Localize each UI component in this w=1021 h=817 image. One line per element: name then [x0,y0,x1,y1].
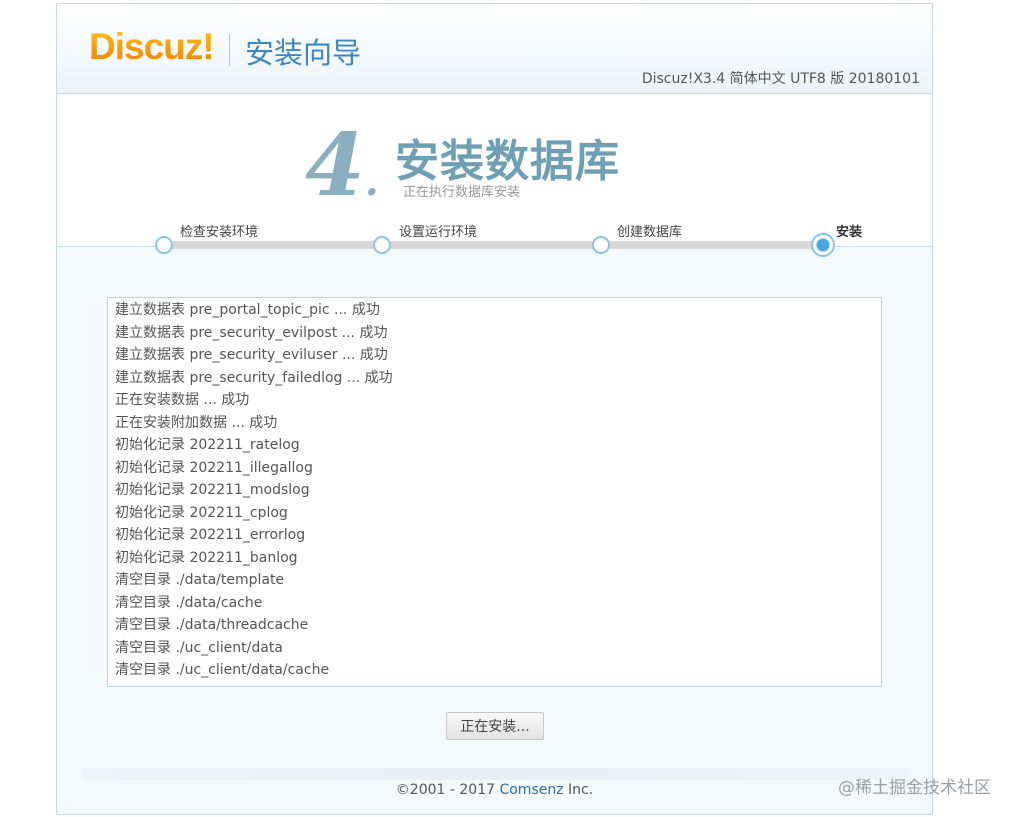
log-line: 建立数据表 pre_portal_topic_pic ... 成功 [115,302,380,318]
step-node-create-db [592,236,610,254]
step-node-check-env [155,236,173,254]
log-line: 建立数据表 pre_security_eviluser ... 成功 [115,347,388,363]
wizard-title: 安装向导 [245,36,362,70]
log-line: 清空目录 ./data/threadcache [115,617,309,633]
step-label-install: 安装 [836,225,863,240]
step-label-create-db: 创建数据库 [617,225,683,240]
juejin-watermark: @稀土掘金技术社区 [838,778,991,798]
log-line: 清空目录 ./uc_client/data [115,639,283,656]
copyright-prefix: ©2001 - 2017 [395,782,500,798]
step-label-check-env: 检查安装环境 [180,225,259,240]
step-header: 4. 安装数据库 正在执行数据库安装 检查安装环境 设置运行环境 创建数据库 安… [57,95,932,257]
progress-track [165,241,823,249]
step-title: 安装数据库 [395,136,620,187]
log-line: 初始化记录 202211_banlog [115,549,298,566]
log-line: 正在安装附加数据 ... 成功 [115,414,278,431]
log-line: 建立数据表 pre_security_evilpost ... 成功 [115,324,388,341]
step-number: 4. [305,115,379,216]
step-node-install [811,233,835,257]
discuz-logo: Discuz! [89,26,215,67]
footer-copyright: ©2001 - 2017 Comsenz Inc. [57,782,932,798]
comsenz-link[interactable]: Comsenz [499,782,563,798]
log-line: 正在安装数据 ... 成功 [115,392,250,408]
version-info: Discuz!X3.4 简体中文 UTF8 版 20180101 [641,71,920,87]
log-line: 初始化记录 202211_errorlog [115,527,306,543]
log-line: 初始化记录 202211_illegallog [115,459,313,476]
step-node-setup-env [373,236,391,254]
install-log[interactable]: 建立数据表 pre_portal_topic_pic ... 成功 建立数据表 … [107,297,882,687]
header: Discuz! 安装向导 Discuz!X3.4 简体中文 UTF8 版 201… [57,4,932,94]
log-line: 建立数据表 pre_security_failedlog ... 成功 [115,369,393,386]
logo-divider [229,34,230,66]
log-line: 清空目录 ./uc_client/data/cache [115,662,330,678]
log-line: 清空目录 ./data/cache [115,594,263,611]
installer-window: Discuz! 安装向导 Discuz!X3.4 简体中文 UTF8 版 201… [56,3,933,815]
log-line: 初始化记录 202211_modslog [115,482,310,498]
step-label-setup-env: 设置运行环境 [399,225,478,240]
copyright-suffix: Inc. [563,782,594,798]
step-subtitle: 正在执行数据库安装 [403,185,521,200]
log-line: 初始化记录 202211_ratelog [115,437,300,453]
installing-button[interactable]: 正在安装... [446,712,544,740]
footer-divider [82,768,908,780]
log-line: 初始化记录 202211_cplog [115,504,288,521]
log-line: 清空目录 ./data/template [115,572,285,588]
